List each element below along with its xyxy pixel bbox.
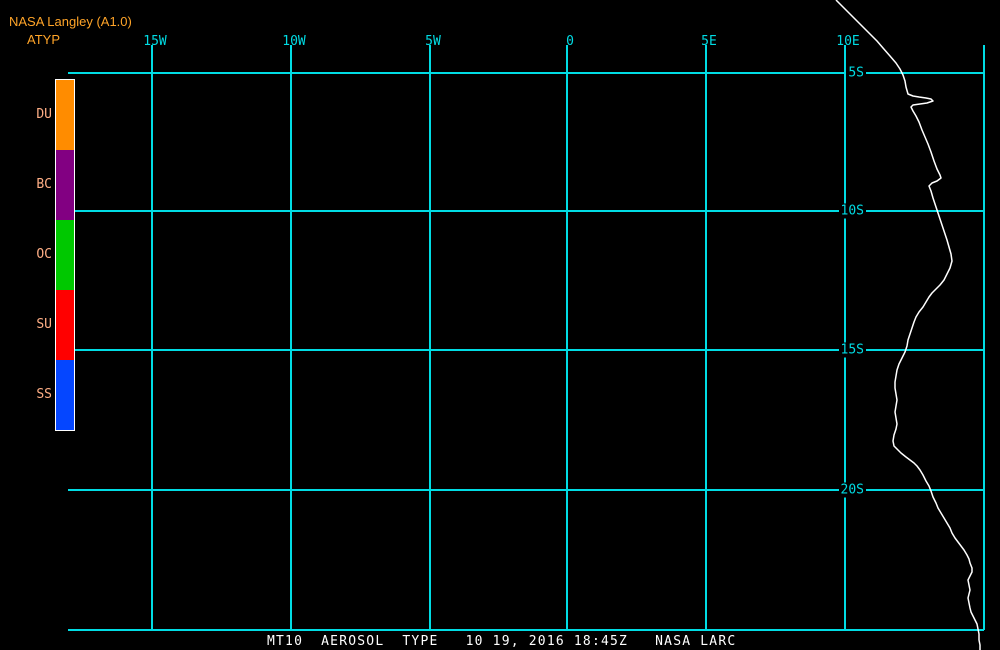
lat-label-10S: 10S xyxy=(838,203,866,219)
lon-label-10W: 10W xyxy=(282,34,306,49)
legend-code-SS: SS xyxy=(36,387,52,402)
legend-code-SU: SU xyxy=(36,317,52,332)
product-label: ATYP xyxy=(27,32,60,47)
coastline xyxy=(835,0,981,650)
caption: MT10 AEROSOL TYPE 10 19, 2016 18:45Z NAS… xyxy=(267,634,737,649)
lat-label-5S: 5S xyxy=(846,65,866,81)
legend-swatch-BC xyxy=(56,150,74,220)
legend-swatch-OC xyxy=(56,220,74,290)
lon-label-5E: 5E xyxy=(701,34,717,49)
lat-label-15S: 15S xyxy=(838,342,866,358)
legend-swatch-SU xyxy=(56,290,74,360)
lon-label-5W: 5W xyxy=(425,34,441,49)
legend-colorbar xyxy=(55,79,75,431)
lon-label-0: 0 xyxy=(566,34,574,49)
lon-label-15W: 15W xyxy=(143,34,167,49)
legend-code-OC: OC xyxy=(36,247,52,262)
aerosol-type-map: NASA Langley (A1.0) ATYP 15W 10W 5W 0 5E 10E … xyxy=(0,0,1000,650)
legend-swatch-SS xyxy=(56,360,74,430)
map-grid-svg xyxy=(68,0,985,650)
lon-label-10E: 10E xyxy=(836,34,860,49)
lat-label-20S: 20S xyxy=(838,482,866,498)
legend-code-DU: DU xyxy=(36,107,52,122)
legend-swatch-DU xyxy=(56,80,74,150)
legend-code-BC: BC xyxy=(36,177,52,192)
source-label: NASA Langley (A1.0) xyxy=(9,14,132,29)
